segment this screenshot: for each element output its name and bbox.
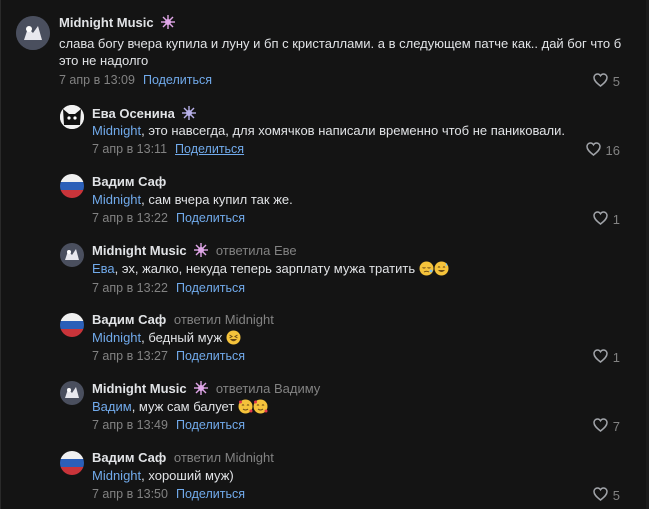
comment-meta: 7 апр в 13:50 Поделиться <box>92 487 245 501</box>
heart-icon <box>593 418 608 435</box>
author-name[interactable]: Ева Осенина <box>92 106 197 121</box>
avatar[interactable] <box>60 313 84 337</box>
share-button[interactable]: Поделиться <box>176 211 245 225</box>
comment-text: Midnight, сам вчера купил так же. <box>92 191 632 208</box>
heart-icon <box>593 487 608 504</box>
share-button[interactable]: Поделиться <box>143 73 212 87</box>
comment-meta: 7 апр в 13:49 Поделиться <box>92 418 245 432</box>
avatar[interactable] <box>60 174 84 198</box>
comment-meta: 7 апр в 13:22 Поделиться <box>92 211 245 225</box>
replied-to[interactable]: ответила Вадиму <box>216 381 320 396</box>
author-name-text[interactable]: Ева Осенина <box>92 106 175 121</box>
author-name-text[interactable]: Midnight Music <box>92 381 187 396</box>
comment-meta: 7 апр в 13:09 Поделиться <box>59 73 212 87</box>
share-button[interactable]: Поделиться <box>176 349 245 363</box>
heart-icon <box>585 142 601 159</box>
heart-icon <box>593 73 608 90</box>
avatar[interactable] <box>60 451 84 475</box>
author-name-text[interactable]: Вадим Саф <box>92 312 166 327</box>
mention-link[interactable]: Midnight <box>92 330 141 345</box>
heart-icon <box>593 349 608 366</box>
like-count: 1 <box>612 212 620 227</box>
sweat-smile-emoji-icon <box>434 261 449 276</box>
comment-time[interactable]: 7 апр в 13:50 <box>92 487 168 501</box>
author-name-text[interactable]: Вадим Саф <box>92 174 166 189</box>
author-name[interactable]: Midnight Music <box>59 15 176 30</box>
like-button[interactable]: 1 <box>593 211 620 228</box>
comment-text: Вадим, муж сам балует <box>92 398 632 415</box>
like-button[interactable]: 5 <box>593 73 620 90</box>
comment-time[interactable]: 7 апр в 13:11 <box>92 142 167 156</box>
share-button[interactable]: Поделиться <box>176 487 245 501</box>
mention-link[interactable]: Midnight <box>92 192 141 207</box>
like-count: 16 <box>605 143 620 158</box>
sparkle-badge-icon <box>194 243 209 257</box>
comments-panel: Midnight Music слава богу вчера купила и… <box>0 0 649 509</box>
sparkle-badge-icon <box>182 106 197 120</box>
smiling-hearts-emoji-icon <box>238 399 253 414</box>
author-name-text[interactable]: Вадим Саф <box>92 450 166 465</box>
comment-time[interactable]: 7 апр в 13:22 <box>92 281 168 295</box>
heart-icon <box>593 211 608 228</box>
comment-text: Midnight, это навсегда, для хомячков нап… <box>92 122 632 139</box>
avatar[interactable] <box>16 16 50 50</box>
share-button[interactable]: Поделиться <box>176 281 245 295</box>
like-button[interactable]: 1 <box>593 349 620 366</box>
comment-text: слава богу вчера купила и луну и бп с кр… <box>59 36 622 68</box>
like-count: 1 <box>612 350 620 365</box>
avatar[interactable] <box>60 381 84 405</box>
like-button[interactable]: 5 <box>593 487 620 504</box>
replied-to[interactable]: ответила Еве <box>216 243 297 258</box>
sparkle-badge-icon <box>194 381 209 395</box>
comment-text-body: , сам вчера купил так же. <box>141 192 293 207</box>
comment-text-body: , муж сам балует <box>131 399 235 414</box>
comment-time[interactable]: 7 апр в 13:09 <box>59 73 135 87</box>
author-name-text[interactable]: Midnight Music <box>92 243 187 258</box>
comment-text-body: , бедный муж <box>141 330 223 345</box>
mention-link[interactable]: Ева <box>92 261 115 276</box>
avatar[interactable] <box>60 243 84 267</box>
replied-to[interactable]: ответил Midnight <box>174 312 274 327</box>
author-name-text[interactable]: Midnight Music <box>59 15 154 30</box>
avatar[interactable] <box>60 105 84 129</box>
comment-text: Midnight, бедный муж <box>92 329 632 346</box>
author-name[interactable]: Midnight Music ответила Вадиму <box>92 381 320 396</box>
comment-text: Midnight, хороший муж) <box>92 467 632 484</box>
like-count: 5 <box>612 74 620 89</box>
author-name[interactable]: Вадим Саф ответил Midnight <box>92 450 274 465</box>
comment-text: Ева, эх, жалко, некуда теперь зарплату м… <box>92 260 632 277</box>
like-button[interactable]: 16 <box>585 142 620 159</box>
sleepy-face-emoji-icon <box>419 261 434 276</box>
sparkle-badge-icon <box>161 15 176 29</box>
mention-link[interactable]: Вадим <box>92 399 132 414</box>
like-button[interactable]: 7 <box>593 418 620 435</box>
mention-link[interactable]: Midnight <box>92 468 141 483</box>
comment-text-body: , эх, жалко, некуда теперь зарплату мужа… <box>114 261 416 276</box>
like-count: 7 <box>612 419 620 434</box>
author-name[interactable]: Вадим Саф ответил Midnight <box>92 312 274 327</box>
comment-text-body: , хороший муж) <box>141 468 234 483</box>
comment-text-body: , это навсегда, для хомячков написали вр… <box>141 123 565 138</box>
replied-to[interactable]: ответил Midnight <box>174 450 274 465</box>
smiling-hearts-emoji-icon <box>253 399 268 414</box>
comment-time[interactable]: 7 апр в 13:27 <box>92 349 168 363</box>
grinning-squint-emoji-icon <box>226 330 241 345</box>
author-name[interactable]: Midnight Music ответила Еве <box>92 243 297 258</box>
comment-time[interactable]: 7 апр в 13:49 <box>92 418 168 432</box>
like-count: 5 <box>612 488 620 503</box>
share-button[interactable]: Поделиться <box>175 142 244 156</box>
share-button[interactable]: Поделиться <box>176 418 245 432</box>
comment-meta: 7 апр в 13:22 Поделиться <box>92 281 245 295</box>
comment-meta: 7 апр в 13:27 Поделиться <box>92 349 245 363</box>
comment-meta: 7 апр в 13:11 Поделиться <box>92 142 244 156</box>
mention-link[interactable]: Midnight <box>92 123 141 138</box>
comment-time[interactable]: 7 апр в 13:22 <box>92 211 168 225</box>
author-name[interactable]: Вадим Саф <box>92 174 166 189</box>
